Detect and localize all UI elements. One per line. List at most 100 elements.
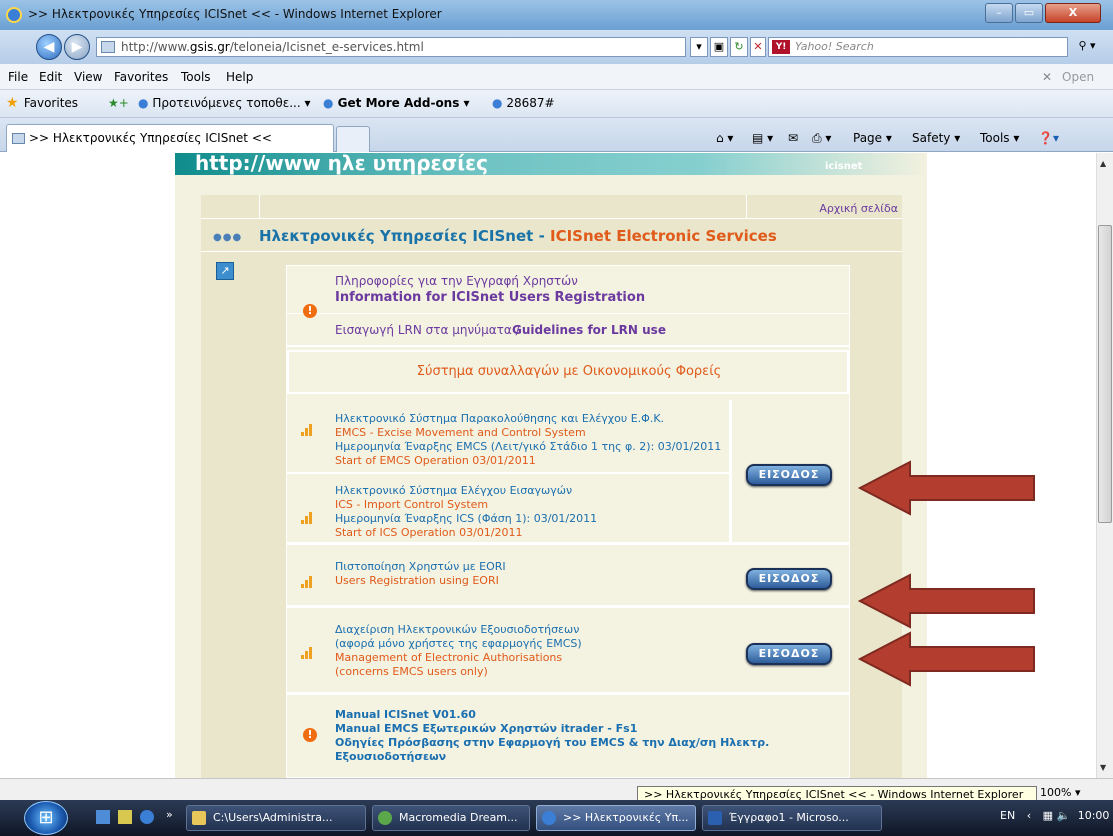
quicklaunch-more-icon[interactable]: » [166,808,173,821]
show-desktop-icon[interactable] [96,810,110,824]
fav-28687[interactable]: ● 28687# [492,96,555,110]
emcs-line-2[interactable]: EMCS - Excise Movement and Control Syste… [335,426,586,439]
taskbar-dreamweaver[interactable]: Macromedia Dream... [372,805,530,831]
taskbar-word-label: Έγγραφο1 - Microso... [729,811,849,824]
page-menu[interactable]: Page ▾ [853,131,892,145]
home-link[interactable]: Αρχική σελίδα [819,202,898,215]
system-tray: EN ‹ ▦ 🔈 10:00 πμ [1000,809,1113,822]
menubar-open-label[interactable]: Open [1062,70,1094,84]
favorites-button[interactable]: ★ Favorites [6,96,78,111]
favorites-bar: ★ Favorites ★+ ● Προτεινόμενες τοποθε...… [0,90,1113,118]
auth-line-4[interactable]: (concerns EMCS users only) [335,665,488,678]
stop-icon[interactable]: ✕ [750,37,766,57]
ics-line-4[interactable]: Start of ICS Operation 03/01/2011 [335,526,523,539]
menu-help[interactable]: Help [226,70,253,84]
print-icon[interactable]: ⎙ ▾ [812,131,831,146]
search-field[interactable]: Y! Yahoo! Search [768,37,1068,57]
emcs-line-1[interactable]: Ηλεκτρονικό Σύστημα Παρακολούθησης και Ε… [335,412,664,425]
scrollbar-thumb[interactable] [1098,225,1112,523]
scroll-down-icon[interactable]: ▼ [1100,763,1106,772]
menubar-close-icon[interactable]: ✕ [1042,70,1052,84]
clock[interactable]: 10:00 πμ [1078,809,1113,822]
zoom-level[interactable]: 100% ▾ [1040,786,1080,799]
vertical-scrollbar[interactable]: ▲ ▼ [1096,153,1113,778]
bars-icon [301,645,315,659]
tab-icisnet[interactable]: >> Ηλεκτρονικές Υπηρεσίες ICISnet << [6,124,334,152]
lrn-greek-link[interactable]: Εισαγωγή LRN στα μηνύματα / [335,323,520,337]
tools-menu[interactable]: Tools ▾ [980,131,1019,145]
refresh-icon[interactable]: ↻ [730,37,748,57]
maximize-button[interactable]: ▭ [1015,3,1043,23]
add-favorite-icon[interactable]: ★+ [108,96,129,110]
site-favicon-icon [12,133,25,144]
volume-icon[interactable]: 🔈 [1057,809,1071,822]
registration-english-link[interactable]: Information for ICISnet Users Registrati… [335,290,645,305]
auth-line-3[interactable]: Management of Electronic Authorisations [335,651,562,664]
popup-arrow-icon[interactable]: ↗ [216,262,234,280]
bars-icon [301,422,315,436]
registration-greek-link[interactable]: Πληροφορίες για την Εγγραφή Χρηστών [335,274,578,288]
mail-icon[interactable]: ✉ [788,131,798,145]
taskbar-word[interactable]: Έγγραφο1 - Microso... [702,805,882,831]
emcs-line-4[interactable]: Start of EMCS Operation 03/01/2011 [335,454,536,467]
compat-view-icon[interactable]: ▣ [710,37,728,57]
auth-line-1[interactable]: Διαχείριση Ηλεκτρονικών Εξουσιοδοτήσεων [335,623,579,636]
ics-line-1[interactable]: Ηλεκτρονικό Σύστημα Ελέγχου Εισαγωγών [335,484,572,497]
fav-suggested-sites[interactable]: ● Προτεινόμενες τοποθε... ▾ [138,96,311,110]
start-button[interactable]: ⊞ [24,801,68,835]
home-icon[interactable]: ⌂ ▾ [716,131,733,145]
taskbar-explorer[interactable]: C:\Users\Administra... [186,805,366,831]
manual-access-link-cont[interactable]: Εξουσιοδοτήσεων [335,750,446,763]
eori-line-2[interactable]: Users Registration using EORI [335,574,499,587]
lrn-english-link[interactable]: Guidelines for LRN use [512,323,666,337]
help-icon[interactable]: ❓▾ [1038,131,1059,145]
folder-icon [192,811,206,825]
quicklaunch-icon[interactable] [118,810,132,824]
menu-file[interactable]: File [8,70,28,84]
safety-menu[interactable]: Safety ▾ [912,131,960,145]
minimize-button[interactable]: – [985,3,1013,23]
menu-favorites[interactable]: Favorites [114,70,168,84]
feeds-icon[interactable]: ▤ ▾ [752,131,773,145]
network-icon[interactable]: ▦ [1043,809,1053,822]
eori-line-1[interactable]: Πιστοποίηση Χρηστών με EORI [335,560,506,573]
title-english: ICISnet Electronic Services [550,227,777,245]
forward-button[interactable]: ▶ [64,34,90,60]
new-tab-button[interactable] [336,126,370,152]
authorisations-row: Διαχείριση Ηλεκτρονικών Εξουσιοδοτήσεων … [287,611,849,695]
tray-expand-icon[interactable]: ‹ [1027,809,1031,822]
ie-page-icon: ● [138,96,149,110]
enter-button-eori[interactable]: ΕΙΣΟΔΟΣ [746,568,832,590]
favorites-label: Favorites [23,96,79,110]
fav-get-addons[interactable]: ● Get More Add-ons ▾ [323,96,470,110]
close-button[interactable]: X [1045,3,1101,23]
enter-button-emcs[interactable]: ΕΙΣΟΔΟΣ [746,464,832,486]
language-indicator[interactable]: EN [1000,809,1015,822]
menu-tools[interactable]: Tools [181,70,211,84]
divider [259,195,260,219]
auth-line-2[interactable]: (αφορά μόνο χρήστες της εφαρμογής EMCS) [335,637,582,650]
ie-page-icon: ● [323,96,334,110]
title-separator: - [533,227,551,245]
manual-emcs-link[interactable]: Manual EMCS Εξωτερικών Χρηστών itrader -… [335,722,637,735]
menu-view[interactable]: View [74,70,102,84]
services-table: Πληροφορίες για την Εγγραφή Χρηστών Info… [286,265,850,778]
ics-line-2[interactable]: ICS - Import Control System [335,498,488,511]
emcs-line-3[interactable]: Ημερομηνία Έναρξης EMCS (Λειτ/γικό Στάδι… [335,440,721,453]
back-button[interactable]: ◀ [36,34,62,60]
scroll-up-icon[interactable]: ▲ [1100,159,1106,168]
services-panel: Αρχική σελίδα ●●● Ηλεκτρονικές Υπηρεσίες… [201,195,902,778]
taskbar-ie[interactable]: >> Ηλεκτρονικές Υπ... [536,805,696,831]
url-dropdown-icon[interactable]: ▾ [690,37,708,57]
lrn-row: Εισαγωγή LRN στα μηνύματα / Guidelines f… [287,315,849,347]
ie-quicklaunch-icon[interactable] [140,810,154,824]
manual-icisnet-link[interactable]: Manual ICISnet V01.60 [335,708,476,721]
system-title-row: Σύστημα συναλλαγών με Οικονομικούς Φορεί… [287,350,849,394]
taskbar-ie-label: >> Ηλεκτρονικές Υπ... [563,811,689,824]
url-field[interactable]: http://www.gsis.gr/teloneia/Icisnet_e-se… [96,37,686,57]
enter-button-authorisations[interactable]: ΕΙΣΟΔΟΣ [746,643,832,665]
search-go-icon[interactable]: ⚲ ▾ [1072,37,1102,57]
manual-access-link[interactable]: Οδηγίες Πρόσβασης στην Εφαρμογή του EMCS… [335,736,769,749]
ics-line-3[interactable]: Ημερομηνία Έναρξης ICS (Φάση 1): 03/01/2… [335,512,597,525]
menu-edit[interactable]: Edit [39,70,62,84]
